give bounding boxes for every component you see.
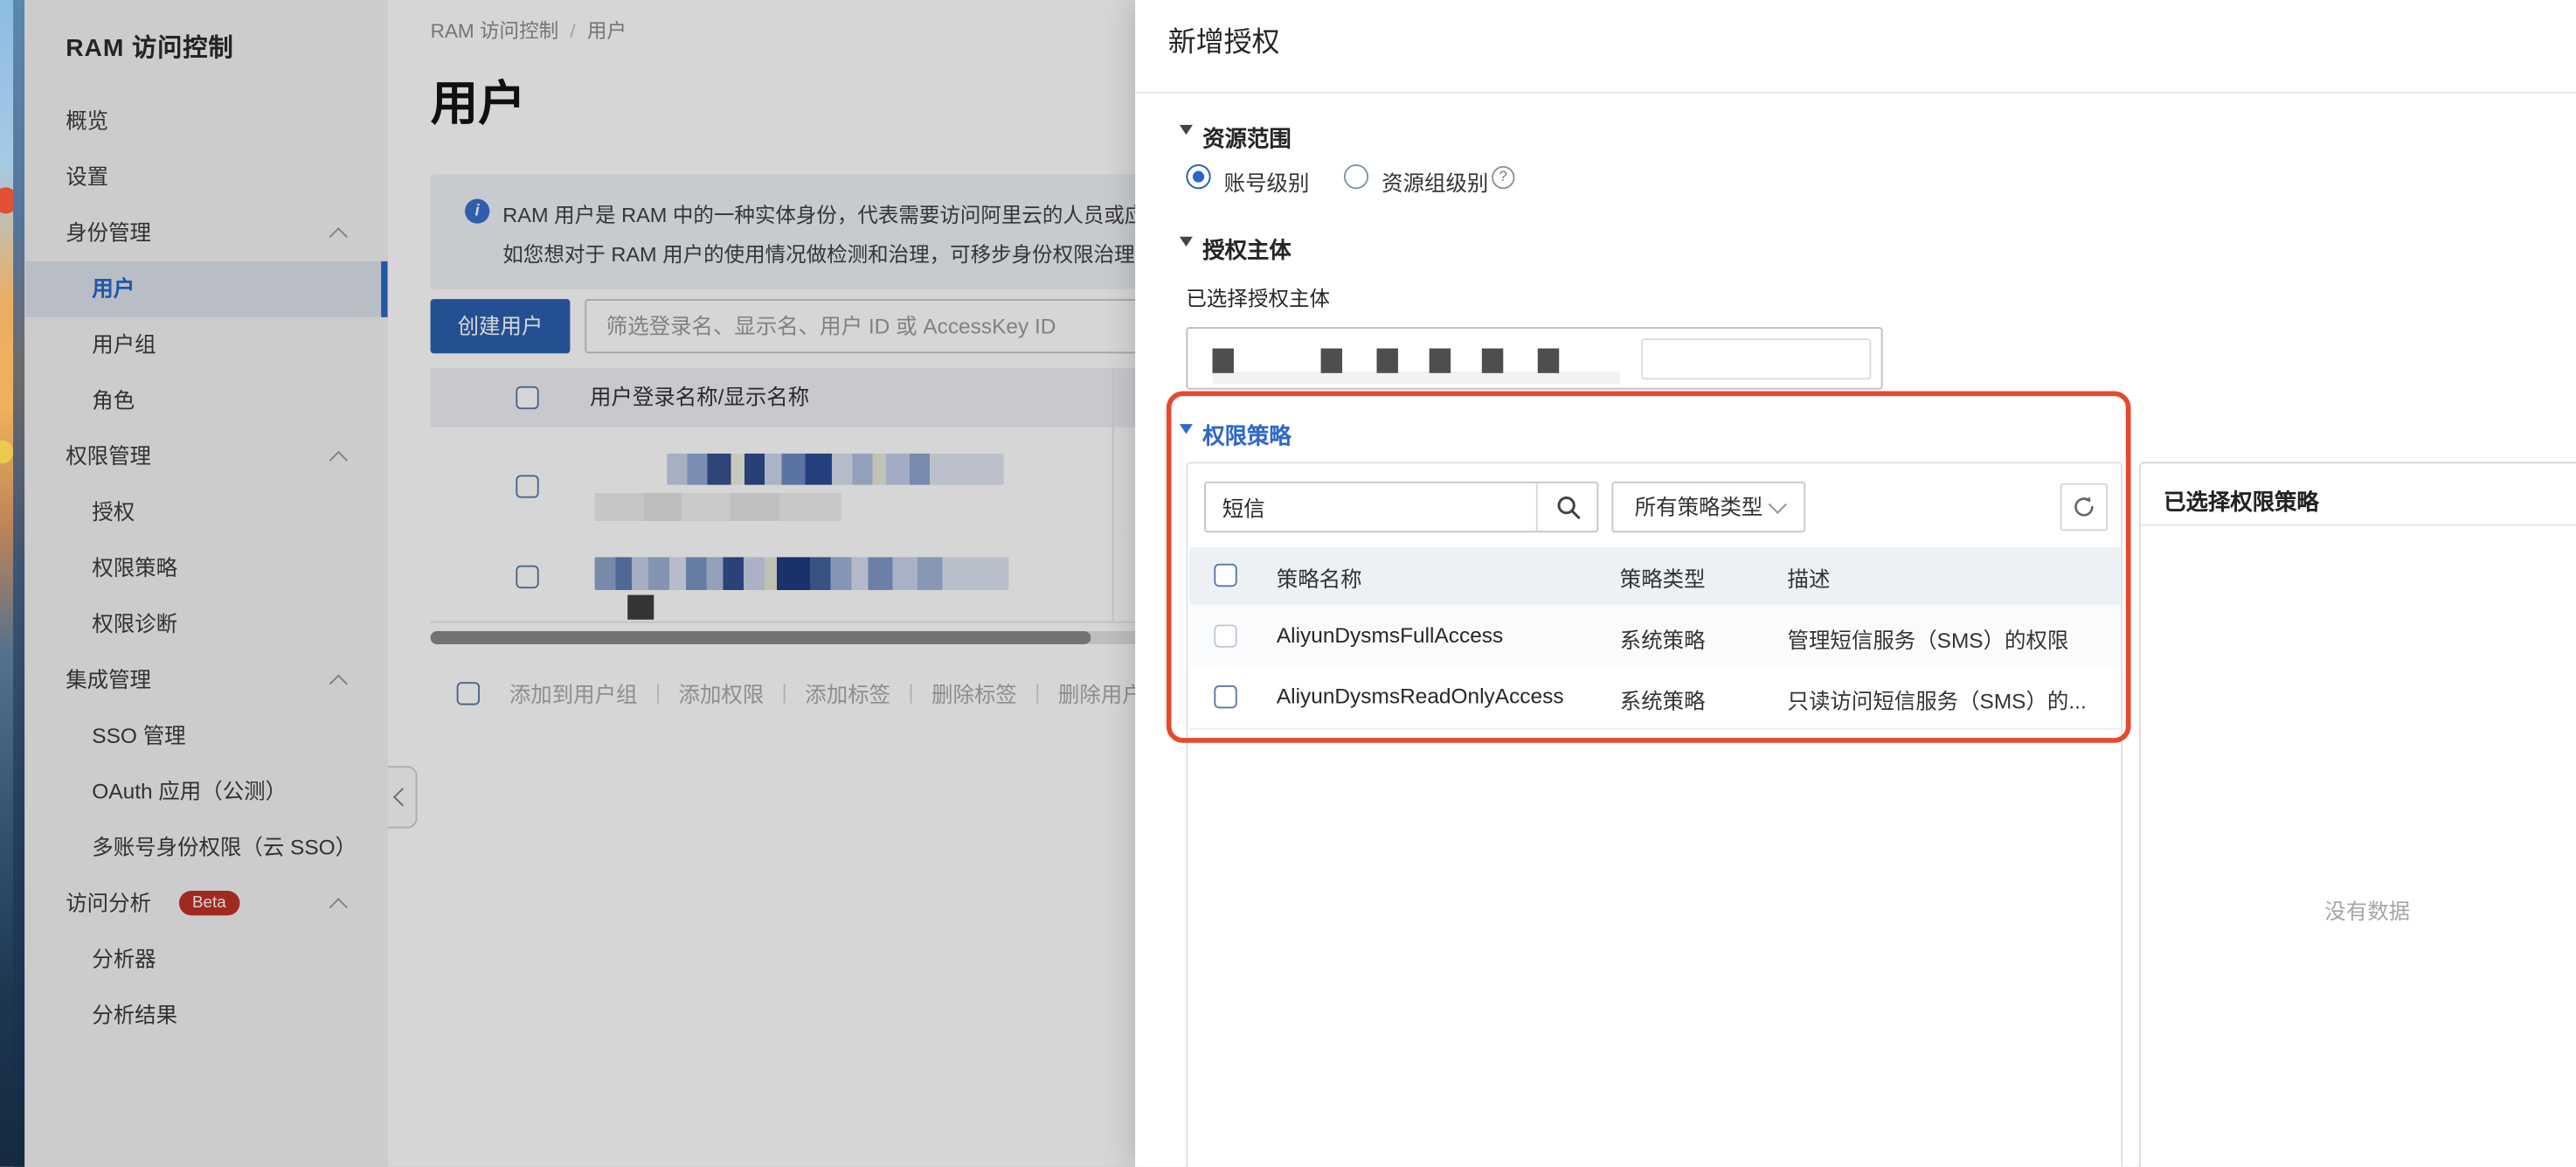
divider (1135, 92, 2576, 94)
add-authorization-drawer: 新增授权 资源范围 账号级别 资源组级别 ? 授权主体 已选择授权主体 权限策略 (1135, 0, 2576, 1167)
blurred-principal-tag (1430, 349, 1451, 373)
wallpaper-yellow-blob (0, 441, 13, 463)
blurred-principal-tag (1377, 349, 1398, 373)
resource-group-level-label[interactable]: 资源组级别 (1381, 166, 1488, 198)
blurred-principal-tag (1213, 372, 1620, 385)
caret-down-icon[interactable] (1180, 125, 1193, 135)
selected-principal-label: 已选择授权主体 (1186, 281, 1330, 312)
account-level-radio[interactable] (1186, 164, 1210, 189)
help-circle-icon[interactable]: ? (1492, 166, 1514, 189)
principal-heading[interactable]: 授权主体 (1202, 232, 1291, 265)
blurred-principal-tag (1321, 349, 1342, 373)
screenshot-root: { "colors": { "accent_blue": "#2a68c8", … (0, 0, 2576, 1166)
caret-down-icon[interactable] (1180, 237, 1193, 247)
blurred-principal-tag (1538, 349, 1559, 373)
annotation-highlight-box (1167, 391, 2131, 742)
account-level-label[interactable]: 账号级别 (1224, 166, 1310, 198)
app-window: RAM 访问控制 概览 设置 身份管理 用户 用户组 角色 权限管理 授权 权限… (0, 0, 2576, 1167)
principal-chip-input[interactable] (1186, 327, 1882, 389)
selected-policies-panel: 已选择权限策略 没有数据 (2139, 462, 2576, 1167)
wallpaper-dark-edge (13, 0, 24, 1167)
resource-scope-heading[interactable]: 资源范围 (1202, 120, 1291, 153)
principal-text-input[interactable] (1641, 338, 1871, 379)
selected-policies-heading: 已选择权限策略 (2164, 483, 2319, 517)
blurred-principal-tag (1213, 349, 1234, 373)
drawer-title: 新增授权 (1168, 18, 1280, 59)
divider (2141, 524, 2576, 526)
modal-backdrop-mask[interactable] (24, 0, 1135, 1167)
empty-state-text: 没有数据 (2141, 894, 2576, 926)
resource-group-level-radio[interactable] (1344, 164, 1368, 189)
blurred-principal-tag (1482, 349, 1503, 373)
